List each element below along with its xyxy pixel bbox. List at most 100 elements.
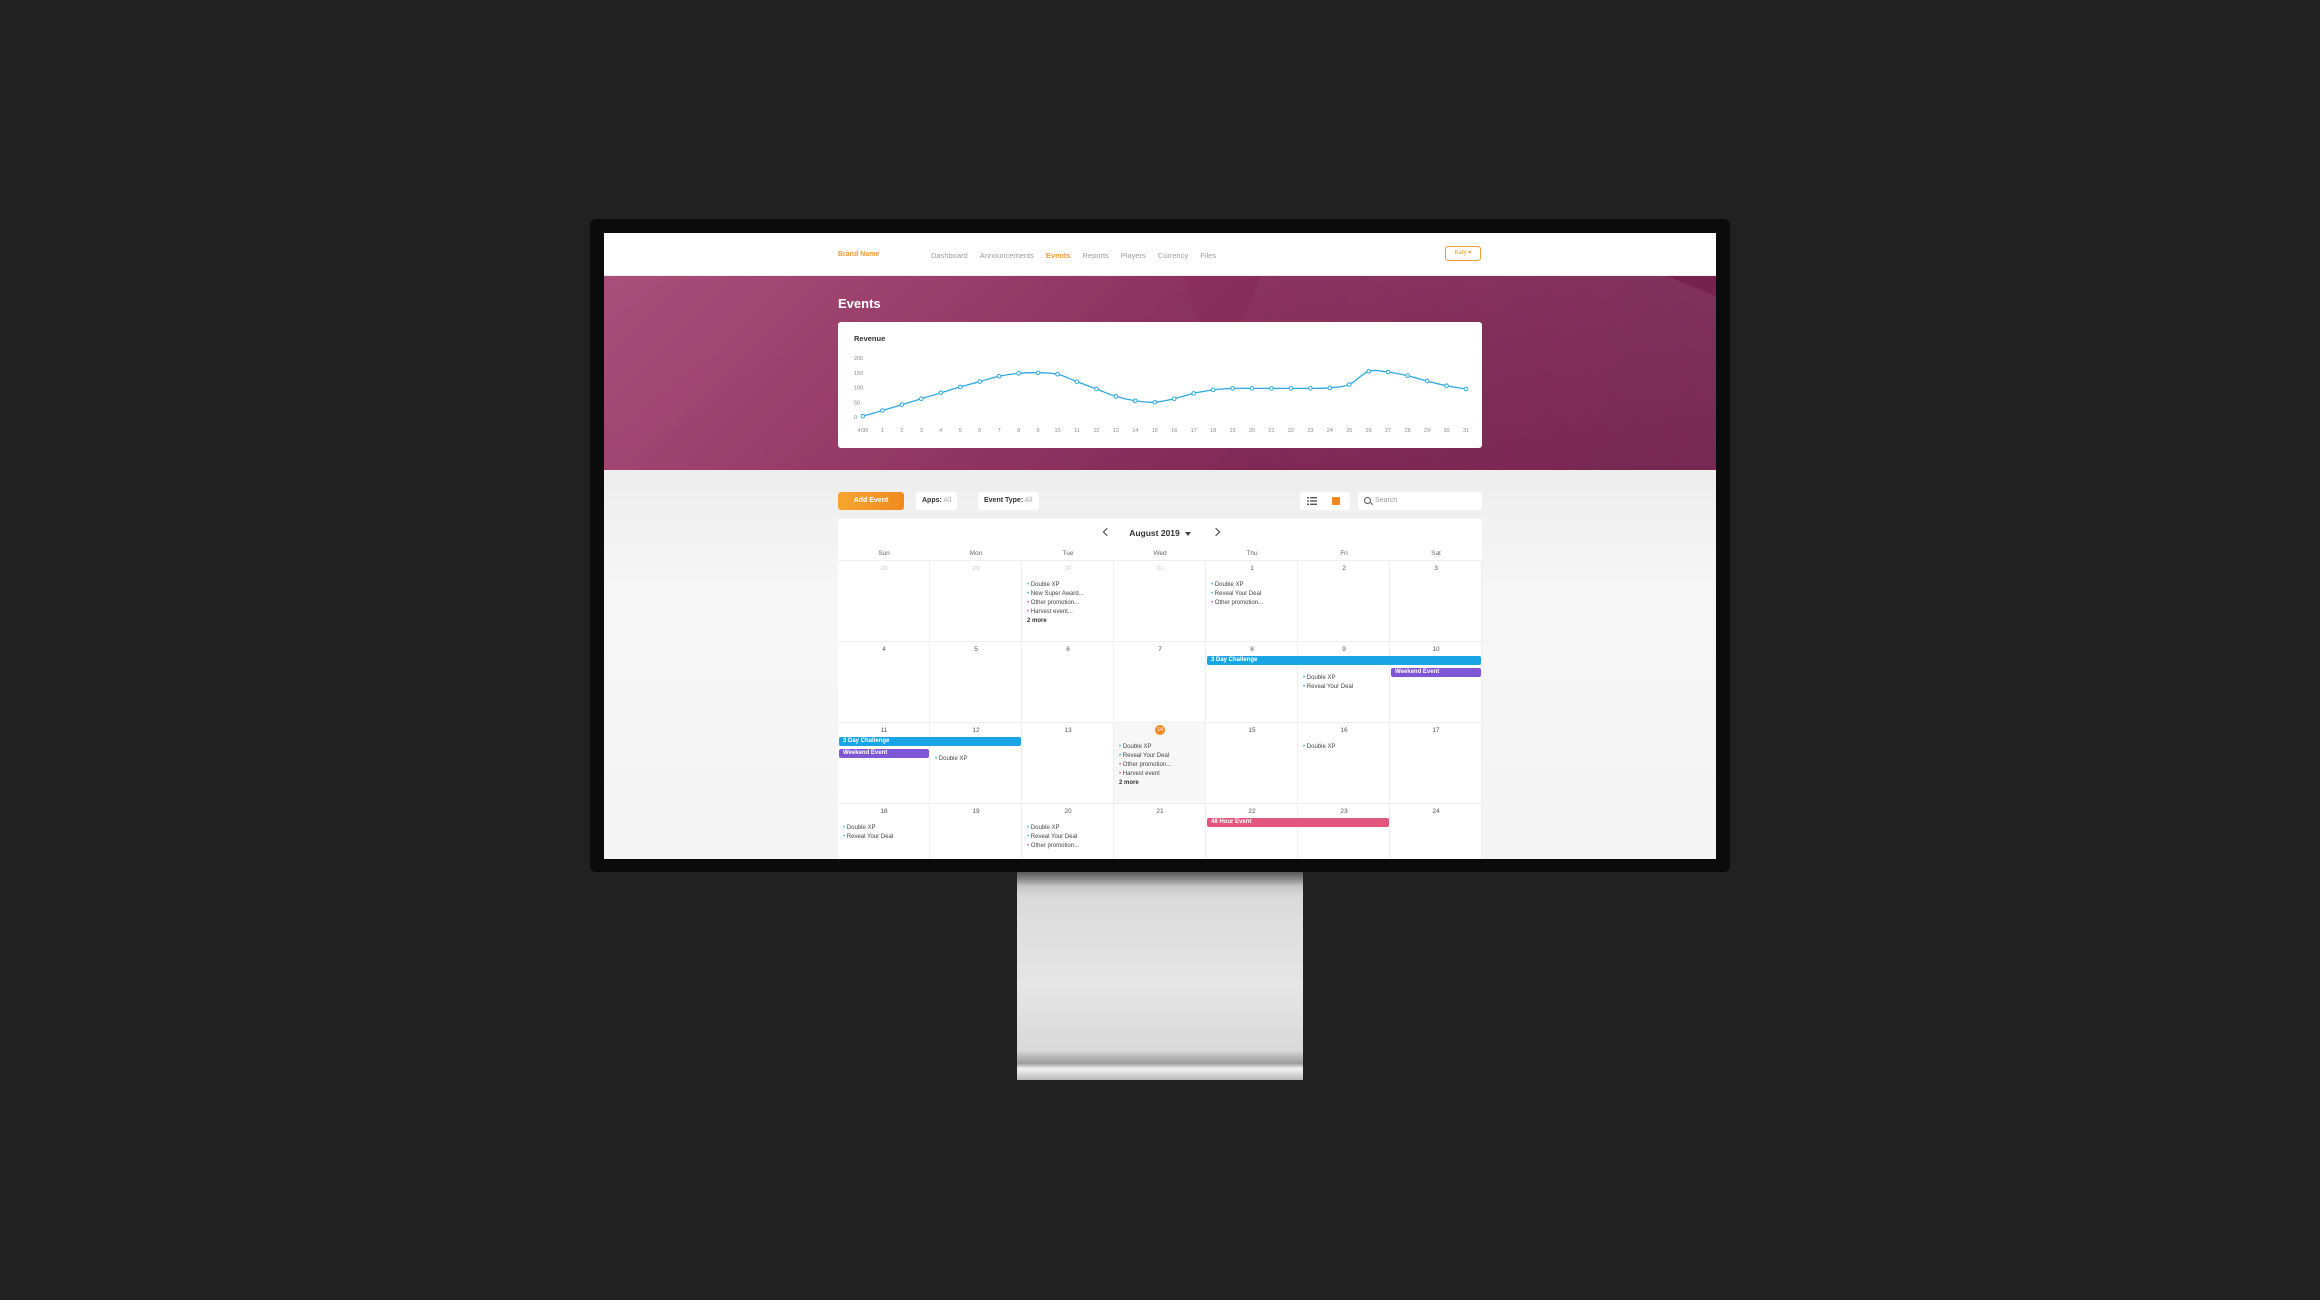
multi-day-event[interactable]: 3 Day Challenge xyxy=(1207,656,1481,665)
calendar-day[interactable]: 15 xyxy=(1206,723,1298,804)
search-input[interactable] xyxy=(1375,492,1475,510)
calendar-day[interactable]: 31 xyxy=(1114,561,1206,642)
data-point[interactable] xyxy=(1346,382,1352,387)
calendar-day[interactable]: 5 xyxy=(930,642,1022,723)
calendar-day[interactable]: 1 Double XPReveal Your DealOther promotio… xyxy=(1206,561,1298,642)
calendar-day[interactable]: 30 Double XPNew Super Award...Other promo… xyxy=(1022,561,1114,642)
calendar-day[interactable]: 23 xyxy=(1298,804,1390,859)
calendar-day[interactable]: 22 xyxy=(1206,804,1298,859)
event-item[interactable]: Harvest event... xyxy=(1027,608,1084,617)
calendar-day[interactable]: 28 xyxy=(838,561,930,642)
event-item[interactable]: Double XP xyxy=(843,824,893,833)
data-point[interactable] xyxy=(899,402,905,407)
event-item[interactable]: Double XP xyxy=(1303,743,1336,752)
data-point[interactable] xyxy=(996,373,1002,379)
calendar-day[interactable]: 21 xyxy=(1114,804,1206,859)
event-item[interactable]: Double XP xyxy=(1027,824,1079,833)
data-point[interactable] xyxy=(938,390,944,396)
calendar-day[interactable]: 6 xyxy=(1022,642,1114,723)
data-point[interactable] xyxy=(1191,391,1196,396)
more-events-link[interactable]: 2 more xyxy=(1119,779,1171,788)
brand-logo[interactable]: Brand Name xyxy=(838,251,879,258)
calendar-day[interactable]: 13 xyxy=(1022,723,1114,804)
event-item[interactable]: Double XP xyxy=(1119,743,1171,752)
calendar-day[interactable]: 7 xyxy=(1114,642,1206,723)
multi-day-event[interactable]: 48 Hour Event xyxy=(1207,818,1389,827)
data-point[interactable] xyxy=(1444,383,1449,389)
calendar-day[interactable]: 20 Double XPReveal Your DealOther promoti… xyxy=(1022,804,1114,859)
data-point[interactable] xyxy=(1133,398,1138,404)
calendar-day[interactable]: 10 xyxy=(1390,642,1482,723)
data-point[interactable] xyxy=(1152,399,1158,405)
calendar-day[interactable]: 3 xyxy=(1390,561,1482,642)
data-point[interactable] xyxy=(860,413,866,419)
event-type-filter[interactable]: Event Type: All xyxy=(978,492,1039,510)
calendar-day[interactable]: 18 Double XPReveal Your Deal xyxy=(838,804,930,859)
event-item[interactable]: Reveal Your Deal xyxy=(1119,752,1171,761)
apps-filter[interactable]: Apps: All xyxy=(916,492,958,510)
calendar-day[interactable]: 2 xyxy=(1298,561,1390,642)
nav-link-reports[interactable]: Reports xyxy=(1083,251,1109,260)
more-events-link[interactable]: 2 more xyxy=(1027,617,1084,626)
data-point[interactable] xyxy=(1424,378,1430,384)
data-point[interactable] xyxy=(1366,368,1372,374)
data-point[interactable] xyxy=(1094,386,1099,392)
data-point[interactable] xyxy=(1405,373,1410,379)
add-event-button[interactable]: Add Event xyxy=(838,492,904,510)
event-item[interactable]: Reveal Your Deal xyxy=(843,833,893,842)
data-point[interactable] xyxy=(1463,386,1469,392)
data-point[interactable] xyxy=(1249,386,1255,391)
data-point[interactable] xyxy=(957,384,963,390)
data-point[interactable] xyxy=(1210,387,1216,393)
calendar-day[interactable]: 14 Double XPReveal Your DealOther promoti… xyxy=(1114,723,1206,804)
calendar-day[interactable]: 4 xyxy=(838,642,930,723)
calendar-day[interactable]: 8 xyxy=(1206,642,1298,723)
data-point[interactable] xyxy=(1327,385,1333,391)
multi-day-event[interactable]: Weekend Event xyxy=(839,749,929,758)
event-item[interactable]: Other promotion... xyxy=(1027,842,1079,851)
calendar-day[interactable]: 16 Double XP xyxy=(1298,723,1390,804)
month-selector[interactable]: August 2019 xyxy=(838,528,1482,538)
calendar-day[interactable]: 17 xyxy=(1390,723,1482,804)
data-point[interactable] xyxy=(880,408,885,413)
event-item[interactable]: Double XP xyxy=(935,755,968,764)
event-item[interactable]: Double XP xyxy=(1211,581,1263,590)
data-point[interactable] xyxy=(919,396,924,402)
calendar-day[interactable]: 12 Double XP xyxy=(930,723,1022,804)
event-item[interactable]: Other promotion... xyxy=(1211,599,1263,608)
data-point[interactable] xyxy=(1113,394,1119,399)
event-item[interactable]: Double XP xyxy=(1027,581,1084,590)
calendar-day[interactable]: 29 xyxy=(930,561,1022,642)
nav-link-events[interactable]: Events xyxy=(1046,251,1071,260)
event-item[interactable]: New Super Award... xyxy=(1027,590,1084,599)
list-view-icon[interactable] xyxy=(1307,497,1317,505)
event-item[interactable]: Double XP xyxy=(1303,674,1353,683)
data-point[interactable] xyxy=(1055,371,1060,377)
event-item[interactable]: Other promotion... xyxy=(1027,599,1084,608)
event-item[interactable]: Reveal Your Deal xyxy=(1211,590,1263,599)
multi-day-event[interactable]: 3 Day Challenge xyxy=(839,737,1021,746)
event-item[interactable]: Other promotion... xyxy=(1119,761,1171,770)
data-point[interactable] xyxy=(1308,386,1313,391)
data-point[interactable] xyxy=(1385,369,1391,375)
calendar-day[interactable]: 19 xyxy=(930,804,1022,859)
nav-link-players[interactable]: Players xyxy=(1121,251,1146,260)
data-point[interactable] xyxy=(1230,386,1235,391)
data-point[interactable] xyxy=(1074,379,1080,384)
data-point[interactable] xyxy=(1269,386,1274,391)
event-item[interactable]: Reveal Your Deal xyxy=(1027,833,1079,842)
calendar-day[interactable]: 9 Double XPReveal Your Deal xyxy=(1298,642,1390,723)
calendar-day[interactable]: 11 xyxy=(838,723,930,804)
data-point[interactable] xyxy=(1016,371,1021,376)
event-item[interactable]: Reveal Your Deal xyxy=(1303,683,1353,692)
calendar-day[interactable]: 24 xyxy=(1390,804,1482,859)
data-point[interactable] xyxy=(1288,386,1294,391)
nav-link-announcements[interactable]: Announcements xyxy=(980,251,1034,260)
event-item[interactable]: Harvest event xyxy=(1119,770,1171,779)
data-point[interactable] xyxy=(1171,396,1177,402)
user-menu-button[interactable]: Katy ▾ xyxy=(1445,246,1481,261)
data-point[interactable] xyxy=(1035,370,1041,376)
nav-link-dashboard[interactable]: Dashboard xyxy=(931,251,968,260)
multi-day-event[interactable]: Weekend Event xyxy=(1391,668,1481,677)
data-point[interactable] xyxy=(977,379,983,384)
